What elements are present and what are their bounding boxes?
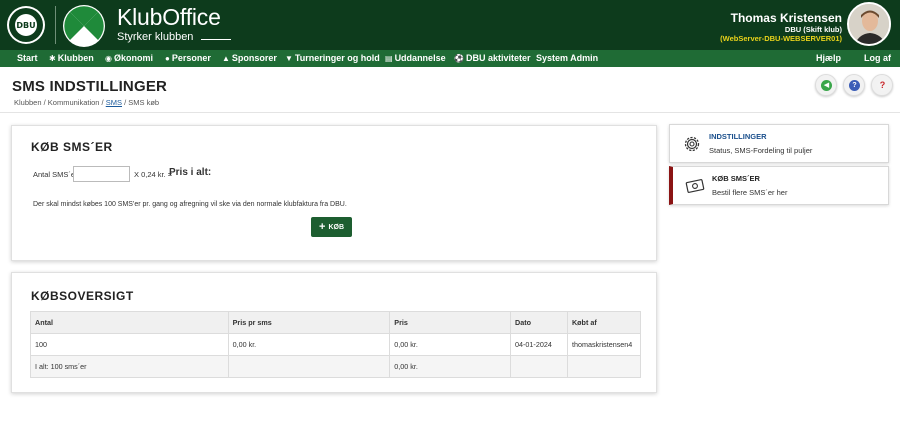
summary-pris: 0,00 kr. (389, 355, 512, 378)
nav-turneringer-label: Turneringer og hold (294, 53, 380, 63)
nav-personer[interactable]: ● Personer (165, 50, 211, 67)
main-nav: Start ✱ Klubben ◉ Økonomi ● Personer ▲ Spons… (0, 50, 900, 67)
col-header-kobt-af[interactable]: Købt af (566, 311, 642, 334)
arrow-left-icon: ◀ (821, 80, 832, 91)
quantity-label: Antal SMS´er (33, 170, 78, 179)
nav-start-label: Start (17, 53, 38, 63)
ball-icon: ⚽ (454, 54, 464, 63)
summary-empty-3 (566, 355, 642, 378)
overview-table: Antal Pris pr sms Pris Dato Købt af 100 … (30, 311, 642, 378)
table-row: 100 0,00 kr. 0,00 kr. 04-01-2024 thomask… (30, 333, 642, 356)
page-title: SMS INDSTILLINGER (12, 78, 168, 95)
buy-sms-card-title: KØB SMS´ER (712, 174, 760, 183)
coin-icon: ◉ (105, 54, 112, 63)
trophy-icon: ▼ (285, 54, 293, 63)
nav-okonomi-label: Økonomi (113, 53, 153, 63)
money-icon (685, 179, 705, 193)
nav-okonomi[interactable]: ◉ Økonomi (105, 50, 153, 67)
nav-dbu-aktiviteter-label: DBU aktiviteter (465, 53, 531, 63)
info-icon: ? (849, 80, 860, 91)
nav-system-admin[interactable]: System Admin (536, 50, 598, 67)
summary-empty-2 (510, 355, 568, 378)
col-header-dato[interactable]: Dato (510, 311, 568, 334)
sponsor-icon: ▲ (222, 54, 230, 63)
overview-title: KØBSOVERSIGT (31, 289, 134, 303)
top-header: DBU KlubOffice Styrker klubben Thomas Kr… (0, 0, 900, 50)
summary-empty-1 (227, 355, 391, 378)
kluboffice-logo[interactable] (62, 4, 106, 48)
quantity-input[interactable] (73, 166, 130, 182)
cell-dato: 04-01-2024 (510, 333, 568, 356)
breadcrumb-sms-link[interactable]: SMS (106, 98, 122, 107)
breadcrumb: Klubben / Kommunikation / SMS / SMS køb (14, 98, 159, 107)
nav-logout-label: Log af (864, 53, 891, 63)
person-icon: ● (165, 54, 170, 63)
gear-icon (684, 136, 700, 152)
education-icon: ▤ (385, 54, 393, 63)
brand-subtitle: Styrker klubben (117, 31, 194, 43)
plus-icon: + (319, 221, 326, 233)
purchase-overview-panel: KØBSOVERSIGT Antal Pris pr sms Pris Dato… (11, 272, 657, 393)
server-label: (WebServer-DBU-WEBSERVER01) (720, 34, 842, 43)
nav-uddannelse[interactable]: ▤ Uddannelse (385, 50, 446, 67)
nav-sponsorer[interactable]: ▲ Sponsorer (222, 50, 277, 67)
total-price-label: Pris i alt: (169, 167, 212, 178)
user-photo-icon (849, 4, 889, 44)
nav-uddannelse-label: Uddannelse (394, 53, 446, 63)
users-icon: ✱ (49, 54, 56, 63)
svg-text:DBU: DBU (16, 21, 35, 30)
summary-antal: I alt: 100 sms´er (30, 355, 229, 378)
col-header-pris-pr-sms[interactable]: Pris pr sms (227, 311, 391, 334)
nav-system-admin-label: System Admin (536, 53, 599, 63)
buy-sms-title: KØB SMS´ER (31, 140, 113, 154)
buy-sms-card-subtitle: Bestil flere SMS´er her (712, 188, 788, 197)
buy-sms-card[interactable]: KØB SMS´ER Bestil flere SMS´er her (669, 166, 889, 205)
nav-klubben-label: Klubben (57, 53, 94, 63)
user-name: Thomas Kristensen (730, 11, 842, 25)
cell-antal: 100 (30, 333, 229, 356)
nav-turneringer[interactable]: ▼ Turneringer og hold (285, 50, 380, 67)
dbu-logo[interactable]: DBU (6, 5, 46, 45)
settings-card-title: INDSTILLINGER (709, 132, 767, 141)
cell-pris: 0,00 kr. (389, 333, 512, 356)
brand: KlubOffice Styrker klubben (117, 4, 231, 43)
help-button[interactable]: ? (871, 74, 893, 96)
question-icon: ? (877, 80, 888, 91)
nav-klubben[interactable]: ✱ Klubben (49, 50, 94, 67)
buy-sms-panel: KØB SMS´ER Antal SMS´er X 0,24 kr. = Pri… (11, 125, 657, 261)
brand-title: KlubOffice (117, 4, 221, 30)
col-header-antal[interactable]: Antal (30, 311, 229, 334)
settings-card-subtitle: Status, SMS-Fordeling til puljer (709, 146, 813, 155)
nav-personer-label: Personer (171, 53, 211, 63)
table-header-row: Antal Pris pr sms Pris Dato Købt af (30, 311, 642, 334)
breadcrumb-current: / SMS køb (124, 98, 160, 107)
avatar[interactable] (847, 2, 891, 46)
header-divider (55, 6, 56, 44)
breadcrumb-path: Klubben / Kommunikation / (14, 98, 104, 107)
header-divider-line (0, 112, 900, 113)
unit-price-text: X 0,24 kr. = (134, 170, 173, 179)
back-button[interactable]: ◀ (815, 74, 837, 96)
user-info: Thomas Kristensen DBU (Skift klub) (WebS… (720, 11, 842, 44)
nav-sponsorer-label: Sponsorer (231, 53, 277, 63)
table-summary-row: I alt: 100 sms´er 0,00 kr. (30, 355, 642, 378)
nav-start[interactable]: Start (17, 50, 38, 67)
purchase-info-text: Der skal mindst købes 100 SMS'er pr. gan… (33, 201, 347, 208)
brand-underline (201, 39, 231, 40)
settings-card[interactable]: INDSTILLINGER Status, SMS-Fordeling til … (669, 124, 889, 163)
nav-dbu-aktiviteter[interactable]: ⚽ DBU aktiviteter (454, 50, 531, 67)
nav-help[interactable]: Hjælp (816, 50, 841, 67)
buy-button-label: KØB (328, 224, 344, 231)
switch-club-link[interactable]: DBU (Skift klub) (720, 25, 842, 34)
nav-help-label: Hjælp (816, 53, 842, 63)
cell-kobt-af: thomaskristensen4 (566, 333, 642, 356)
buy-button[interactable]: + KØB (311, 217, 352, 237)
nav-logout[interactable]: Log af (864, 50, 891, 67)
cell-pris-pr-sms: 0,00 kr. (227, 333, 391, 356)
info-button[interactable]: ? (843, 74, 865, 96)
col-header-pris[interactable]: Pris (389, 311, 512, 334)
